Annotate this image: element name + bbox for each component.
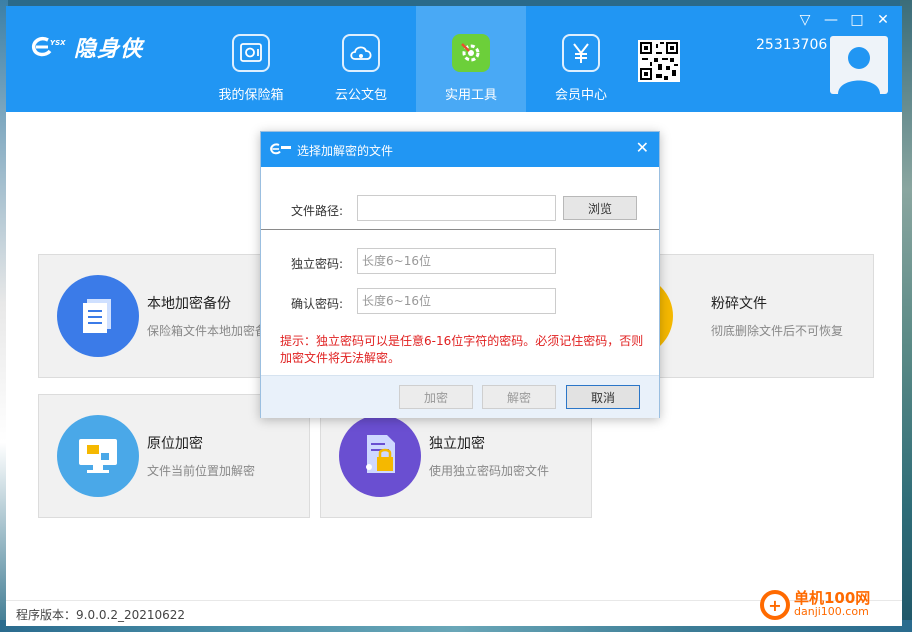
card-title: 原位加密 <box>147 436 203 452</box>
nav-cloud-briefcase[interactable]: 云公文包 <box>306 6 416 112</box>
nav-label-my-safe: 我的保险箱 <box>218 88 284 103</box>
main-nav: 我的保险箱 云公文包 实用工具 会员中心 <box>196 6 636 112</box>
card-title: 独立加密 <box>429 436 485 452</box>
svg-text:YSX: YSX <box>50 39 66 47</box>
password-hint: 提示：独立密码可以是任意6-16位字符的密码。必须记住密码，否则加密文件将无法解… <box>280 334 644 365</box>
watermark-plus-icon: + <box>760 590 790 620</box>
brand-name: 隐身侠 <box>74 37 144 62</box>
tools-icon <box>452 34 490 72</box>
dialog-close-icon[interactable]: ✕ <box>636 138 649 157</box>
encrypt-button[interactable]: 加密 <box>399 385 473 409</box>
watermark-main: 单机100网 <box>794 589 871 607</box>
password-label: 独立密码: <box>291 257 344 271</box>
menu-dropdown-icon[interactable]: ▽ <box>792 10 818 30</box>
card-desc: 保险箱文件本地加密备 <box>147 324 268 338</box>
version-text: 程序版本：9.0.0.2_20210622 <box>16 608 186 622</box>
password-input[interactable] <box>357 248 556 274</box>
monitor-lock-icon <box>57 415 139 497</box>
qr-code-icon[interactable] <box>638 40 680 82</box>
cancel-button[interactable]: 取消 <box>566 385 640 409</box>
card-title: 本地加密备份 <box>147 296 231 312</box>
confirm-password-label: 确认密码: <box>291 297 344 311</box>
file-path-label: 文件路径: <box>291 204 344 218</box>
nav-my-safe[interactable]: 我的保险箱 <box>196 6 306 112</box>
user-id: 25313706 <box>756 37 828 53</box>
card-desc: 使用独立密码加密文件 <box>429 464 550 478</box>
nav-member-center[interactable]: 会员中心 <box>526 6 636 112</box>
decrypt-button[interactable]: 解密 <box>482 385 556 409</box>
dialog-title: 选择加解密的文件 <box>297 144 394 158</box>
dialog-footer: 加密 解密 取消 <box>261 375 659 418</box>
encrypt-file-dialog: 选择加解密的文件 ✕ 文件路径: 浏览 独立密码: 确认密码: 提示：独立密码可… <box>260 131 660 418</box>
site-watermark: + 单机100网 danji100.com <box>760 590 870 620</box>
dialog-header: 选择加解密的文件 ✕ <box>261 132 659 167</box>
file-lock-icon <box>339 415 421 497</box>
nav-label-tools: 实用工具 <box>444 88 497 103</box>
document-icon <box>57 275 139 357</box>
close-icon[interactable]: ✕ <box>870 10 896 30</box>
browse-button[interactable]: 浏览 <box>563 196 637 220</box>
brand-logo: YSX 隐身侠 <box>30 32 170 62</box>
file-path-input[interactable] <box>357 195 556 221</box>
safe-icon <box>232 34 270 72</box>
window-controls: ▽ — □ ✕ <box>792 10 896 30</box>
watermark-text: 单机100网 danji100.com <box>794 591 870 619</box>
ysx-logo-icon: YSX <box>31 36 66 57</box>
divider <box>261 229 659 230</box>
confirm-password-input[interactable] <box>357 288 556 314</box>
watermark-sub: danji100.com <box>794 605 869 618</box>
app-header: YSX 隐身侠 我的保险箱 云公文包 实用工具 会员中心 25313706 ▽ … <box>6 6 902 112</box>
maximize-icon[interactable]: □ <box>844 10 870 30</box>
cloud-icon <box>342 34 380 72</box>
nav-label-member-center: 会员中心 <box>554 88 607 103</box>
card-title: 粉碎文件 <box>711 296 767 312</box>
nav-label-cloud-briefcase: 云公文包 <box>334 88 387 103</box>
card-desc: 文件当前位置加解密 <box>147 464 256 478</box>
minimize-icon[interactable]: — <box>818 10 844 30</box>
yen-icon <box>562 34 600 72</box>
card-desc: 彻底删除文件后不可恢复 <box>711 324 844 338</box>
nav-tools[interactable]: 实用工具 <box>416 6 526 112</box>
ysx-logo-icon <box>270 143 291 155</box>
avatar[interactable] <box>830 36 888 94</box>
